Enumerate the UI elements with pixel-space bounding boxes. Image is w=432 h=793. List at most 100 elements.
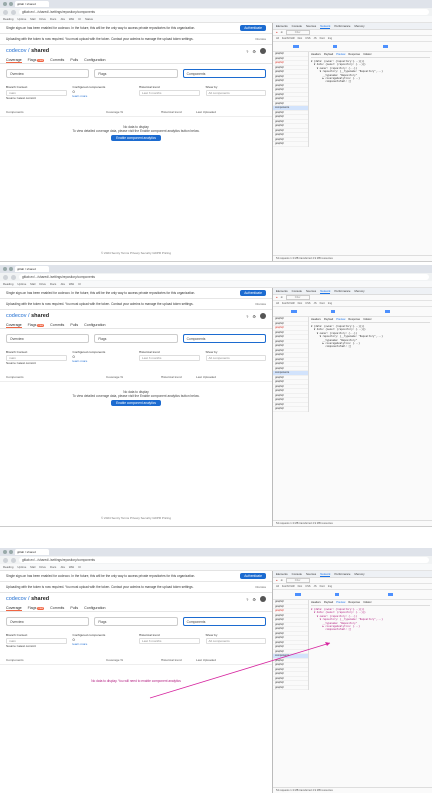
filter-input[interactable]: Filter [285,30,310,35]
avatar[interactable] [260,313,266,319]
detail-tab[interactable]: Headers [311,601,321,604]
historical-select[interactable]: Last 3 months [139,355,200,361]
panel-tab-network[interactable]: Network [320,289,331,294]
overview-select[interactable]: Overview [6,69,90,78]
bookmark-item[interactable]: Jira [60,282,65,286]
help-icon[interactable]: ? [246,49,248,54]
bookmark-item[interactable]: Docs [50,17,56,21]
bookmark-item[interactable]: Uptime [17,565,26,569]
enable-component-analytics-button[interactable]: Enable component analytics [111,400,161,406]
type-filter[interactable]: JS [314,302,317,305]
request-row[interactable]: graphql [273,142,308,147]
bookmark-item[interactable]: Mail [30,17,35,21]
bookmark-item[interactable]: Reading [3,282,13,286]
overview-select[interactable]: Overview [6,617,90,626]
panel-tab[interactable]: Sources [306,289,316,293]
type-filter[interactable]: All [276,585,279,588]
panel-tab[interactable]: Console [292,572,302,576]
browser-tab[interactable]: gitlab / shared [15,266,49,272]
record-icon[interactable]: ● [276,579,278,582]
tab-flags[interactable]: Flags new [28,323,45,327]
type-filter[interactable]: Font [320,37,325,40]
authenticate-button[interactable]: Authenticate [240,25,266,31]
show-by-select[interactable]: All components [205,638,266,644]
type-filter[interactable]: Fetch/XHR [282,37,295,40]
flags-select[interactable]: Flags [94,69,178,78]
panel-tab[interactable]: Sources [306,572,316,576]
panel-tab[interactable]: Console [292,289,302,293]
show-by-select[interactable]: All components [205,90,266,96]
column-header[interactable]: Coverage % [106,110,161,114]
bookmark-item[interactable]: Drive [39,17,46,21]
type-filter[interactable]: JS [314,585,317,588]
detail-tab[interactable]: Response [348,318,360,321]
bookmark-item[interactable]: Uptime [17,282,26,286]
flags-select[interactable]: Flags [94,617,178,626]
bookmark-item[interactable]: CI [78,17,81,21]
column-header[interactable]: Last Uploaded [196,658,216,662]
column-header[interactable]: Historical trend [161,375,196,379]
bookmark-item[interactable]: Mail [30,565,35,569]
tab-commits[interactable]: Commits [50,606,64,610]
avatar[interactable] [260,596,266,602]
bookmark-item[interactable]: Jira [60,565,65,569]
learn-more-link[interactable]: learn more [73,94,134,98]
type-filter[interactable]: Img [328,585,332,588]
tab-commits[interactable]: Commits [50,323,64,327]
detail-tab[interactable]: Payload [324,601,333,604]
detail-tab[interactable]: Response [348,53,360,56]
clear-icon[interactable]: ⊘ [281,296,283,299]
components-select[interactable]: Components [182,617,266,626]
detail-tab[interactable]: Initiator [363,53,372,56]
settings-icon[interactable]: ⚙ [252,314,256,319]
detail-tab-preview[interactable]: Preview [336,53,345,56]
tab-pulls[interactable]: Pulls [70,323,78,327]
components-select[interactable]: Components [182,334,266,343]
window-dot-icon[interactable] [3,267,7,271]
bookmark-item[interactable]: Reading [3,17,13,21]
reload-icon[interactable] [11,9,16,15]
learn-more-link[interactable]: learn more [73,642,134,646]
detail-tab[interactable]: Response [348,601,360,604]
bookmark-item[interactable]: Wiki [69,565,74,569]
type-filter[interactable]: Fetch/XHR [282,585,295,588]
panel-tab[interactable]: Memory [354,572,364,576]
bookmark-item[interactable]: Wiki [69,282,74,286]
type-filter[interactable]: All [276,302,279,305]
tab-configuration[interactable]: Configuration [84,323,105,327]
detail-tab-preview[interactable]: Preview [336,318,345,321]
clear-icon[interactable]: ⊘ [281,31,283,34]
column-header[interactable]: Components [6,110,106,114]
panel-tab[interactable]: Memory [354,289,364,293]
request-row[interactable]: graphql [273,407,308,412]
crumb-org[interactable]: codecov [6,313,27,319]
tab-commits[interactable]: Commits [50,58,64,62]
record-icon[interactable]: ● [276,296,278,299]
tab-coverage[interactable]: Coverage [6,58,22,63]
panel-tab[interactable]: Performance [334,24,350,28]
learn-more-link[interactable]: learn more [73,359,134,363]
flags-select[interactable]: Flags [94,334,178,343]
tab-configuration[interactable]: Configuration [84,58,105,62]
column-header[interactable]: Components [6,375,106,379]
back-icon[interactable] [3,557,8,563]
column-header[interactable]: Last Uploaded [196,375,216,379]
detail-tab[interactable]: Initiator [363,318,372,321]
help-icon[interactable]: ? [246,314,248,319]
type-filter[interactable]: Fetch/XHR [282,302,295,305]
record-icon[interactable]: ● [276,31,278,34]
overview-select[interactable]: Overview [6,334,90,343]
back-icon[interactable] [3,274,8,280]
request-row[interactable]: graphql [273,686,308,690]
window-dot-icon[interactable] [3,550,7,554]
address-bar[interactable]: gitlab.ex/.../shared/-/settings/reposito… [19,9,429,15]
panel-tab[interactable]: Elements [276,289,288,293]
type-filter[interactable]: Font [320,302,325,305]
tab-coverage[interactable]: Coverage [6,606,22,611]
panel-tab[interactable]: Memory [354,24,364,28]
browser-tab[interactable]: gitlab / shared [15,1,49,7]
authenticate-button[interactable]: Authenticate [240,290,266,296]
bookmark-item[interactable]: Wiki [69,17,74,21]
settings-icon[interactable]: ⚙ [252,597,256,602]
crumb-org[interactable]: codecov [6,48,27,54]
